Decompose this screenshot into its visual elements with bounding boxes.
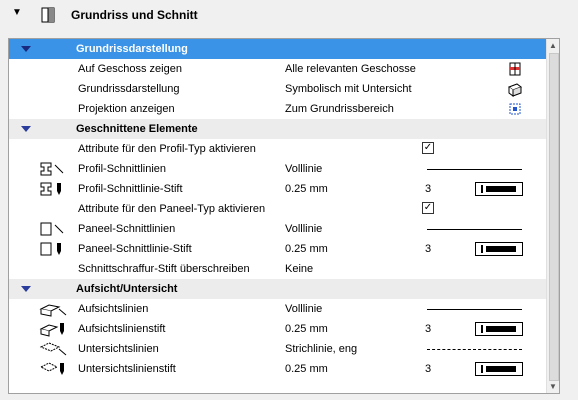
range-icon [509,103,521,115]
profile-pen-icon [40,182,61,196]
pen-number: 3 [425,183,432,195]
setting-row[interactable]: Aufsichtslinien Volllinie [9,299,547,319]
settings-panel: Grundrissdarstellung Auf Geschoss zeigen… [8,38,560,394]
section-title: Grundrissdarstellung [76,43,188,55]
triangle-down-icon[interactable]: ▼ [12,7,22,18]
setting-label: Untersichtslinien [78,343,159,355]
pen-sample[interactable] [475,362,523,376]
overhead-pen-icon [39,323,64,337]
setting-row[interactable]: Projektion anzeigen Zum Grundrissbereich [9,99,547,119]
setting-label: Projektion anzeigen [78,103,175,115]
setting-label: Schnittschraffur-Stift überschreiben [78,263,250,275]
projection-icon [507,83,523,97]
overhead-line-icon [39,304,67,317]
setting-row[interactable]: Auf Geschoss zeigen Alle relevanten Gesc… [9,59,547,79]
setting-row[interactable]: Grundrissdarstellung Symbolisch mit Unte… [9,79,547,99]
pen-sample[interactable] [475,242,523,256]
setting-value[interactable]: 0.25 mm [285,183,328,195]
setting-value[interactable]: Volllinie [285,303,322,315]
setting-value[interactable]: Volllinie [285,163,322,175]
setting-value[interactable]: 0.25 mm [285,363,328,375]
line-type-preview [427,309,522,310]
stories-icon [509,62,521,76]
line-type-preview [427,169,522,170]
setting-value[interactable]: 0.25 mm [285,243,328,255]
setting-row[interactable]: Profil-Schnittlinien Volllinie [9,159,547,179]
setting-row[interactable]: Paneel-Schnittlinien Volllinie [9,219,547,239]
section-geschnittene-elemente[interactable]: Geschnittene Elemente [9,119,547,139]
panel-header[interactable]: ▼ Grundriss und Schnitt [0,0,578,30]
setting-value[interactable]: Volllinie [285,223,322,235]
setting-row[interactable]: Untersichtslinien Strichlinie, eng [9,339,547,359]
section-settings-icon [41,7,55,23]
pen-number: 3 [425,243,432,255]
activate-checkbox[interactable]: ✓ [422,142,434,154]
uncut-pen-icon [39,362,64,375]
line-type-preview [427,349,522,350]
setting-value[interactable]: Alle relevanten Geschosse [285,63,416,75]
setting-label: Aufsichtslinien [78,303,149,315]
setting-label: Paneel-Schnittlinien [78,223,176,235]
setting-row[interactable]: Attribute für den Paneel-Typ aktivieren … [9,199,547,219]
section-grundrissdarstellung[interactable]: Grundrissdarstellung [9,39,547,59]
setting-value[interactable]: Symbolisch mit Untersicht [285,83,412,95]
setting-row[interactable]: Paneel-Schnittlinie-Stift 0.25 mm 3 [9,239,547,259]
setting-label: Grundrissdarstellung [78,83,180,95]
pen-number: 3 [425,363,432,375]
pen-number: 3 [425,323,432,335]
line-type-preview [427,229,522,230]
setting-label: Auf Geschoss zeigen [78,63,182,75]
setting-label: Profil-Schnittlinie-Stift [78,183,183,195]
setting-row[interactable]: Attribute für den Profil-Typ aktivieren … [9,139,547,159]
activate-checkbox[interactable]: ✓ [422,202,434,214]
setting-row[interactable]: Untersichtslinienstift 0.25 mm 3 [9,359,547,379]
setting-value[interactable]: 0.25 mm [285,323,328,335]
setting-label: Profil-Schnittlinien [78,163,167,175]
setting-label: Untersichtslinienstift [78,363,176,375]
scroll-down-icon[interactable]: ▼ [549,382,557,391]
profile-cut-line-icon [40,162,64,176]
uncut-line-icon [39,342,67,356]
panel-pen-icon [40,242,61,256]
setting-row[interactable]: Profil-Schnittlinie-Stift 0.25 mm 3 [9,179,547,199]
setting-value[interactable]: Strichlinie, eng [285,343,357,355]
setting-row[interactable]: Schnittschraffur-Stift überschreiben Kei… [9,259,547,279]
panel-cut-line-icon [40,222,64,236]
setting-label: Aufsichtslinienstift [78,323,166,335]
section-aufsicht-untersicht[interactable]: Aufsicht/Untersicht [9,279,547,299]
panel-title: Grundriss und Schnitt [71,8,198,22]
caret-down-icon[interactable] [21,46,31,52]
section-title: Geschnittene Elemente [76,123,198,135]
scroll-up-icon[interactable]: ▲ [549,41,557,50]
setting-label: Attribute für den Paneel-Typ aktivieren [78,203,266,215]
caret-down-icon[interactable] [21,286,31,292]
setting-label: Paneel-Schnittlinie-Stift [78,243,192,255]
pen-sample[interactable] [475,182,523,196]
vertical-scrollbar[interactable]: ▲ ▼ [546,39,559,393]
setting-label: Attribute für den Profil-Typ aktivieren [78,143,256,155]
setting-row[interactable]: Aufsichtslinienstift 0.25 mm 3 [9,319,547,339]
setting-value[interactable]: Zum Grundrissbereich [285,103,394,115]
setting-value[interactable]: Keine [285,263,313,275]
scroll-thumb[interactable] [549,53,559,381]
pen-sample[interactable] [475,322,523,336]
section-title: Aufsicht/Untersicht [76,283,178,295]
caret-down-icon[interactable] [21,126,31,132]
